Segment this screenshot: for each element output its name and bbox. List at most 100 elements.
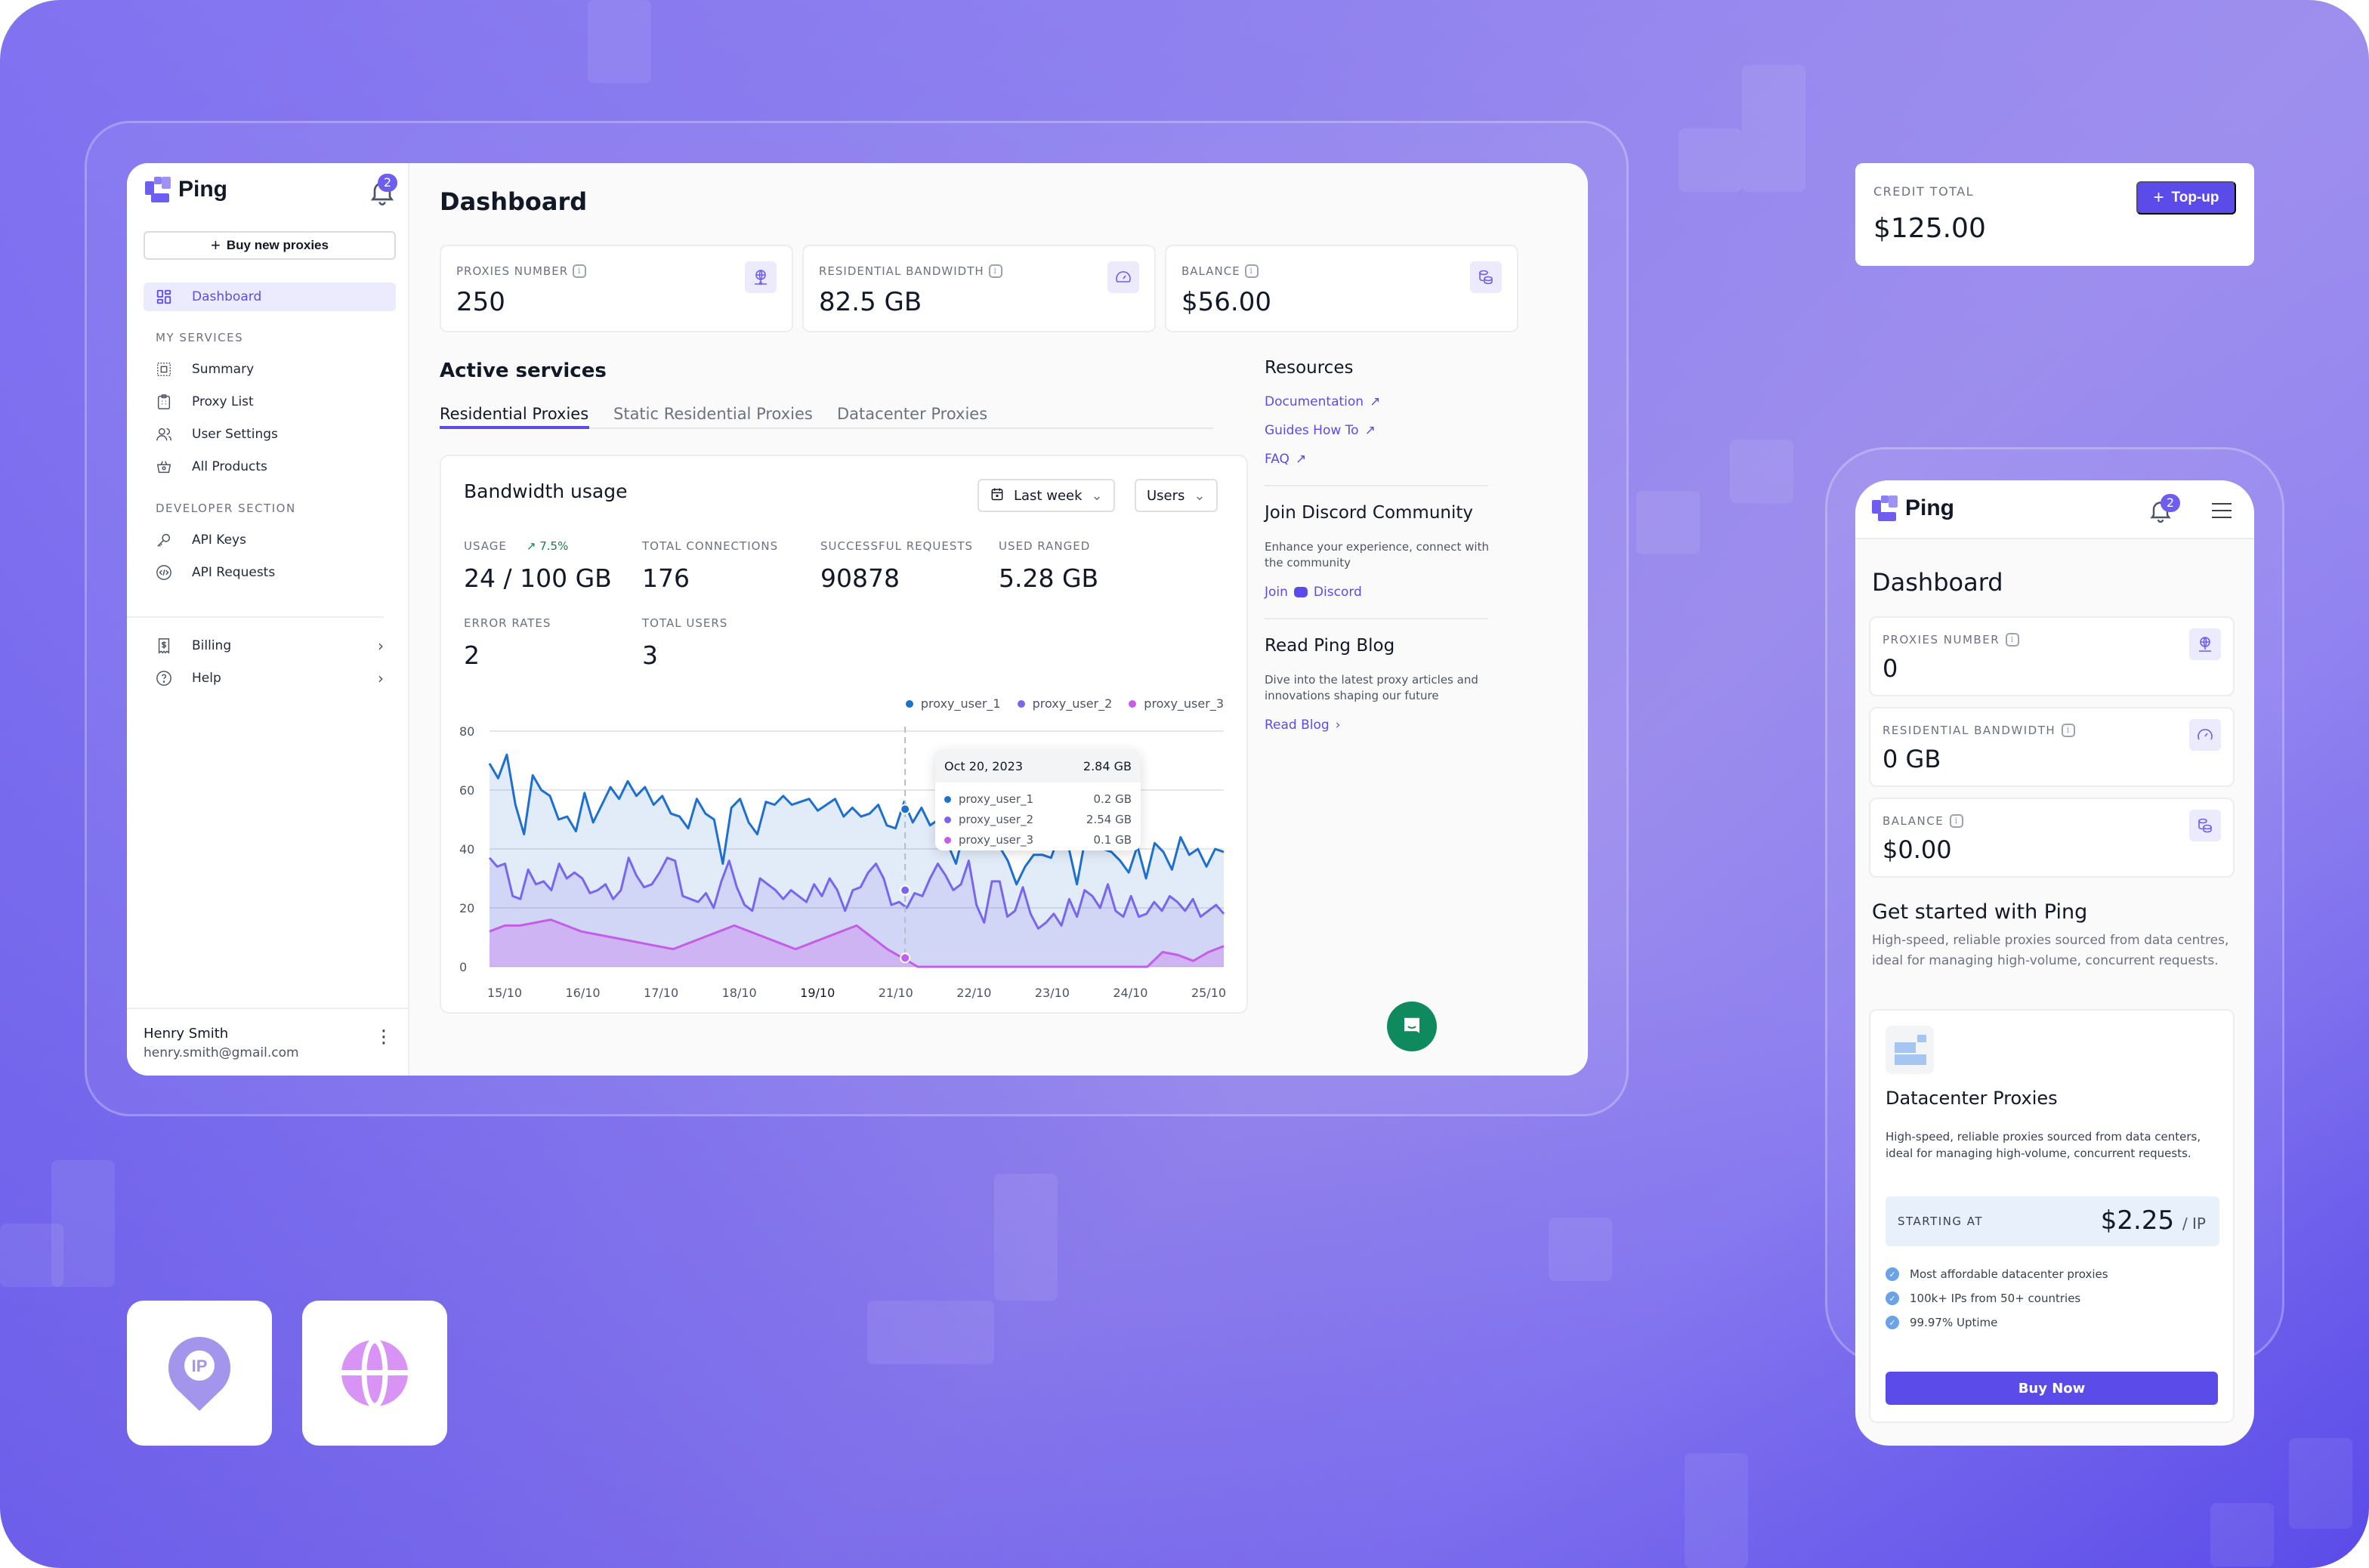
credit-value: $125.00 <box>1873 213 1986 244</box>
sidebar-item-proxy-list[interactable]: Proxy List <box>144 387 396 416</box>
chat-icon <box>1404 1017 1419 1033</box>
chevron-right-icon: › <box>378 669 384 687</box>
tooltip-date: Oct 20, 2023 <box>944 758 1023 773</box>
metric-label: TOTAL CONNECTIONS <box>642 539 779 553</box>
globe-network-icon <box>745 261 777 293</box>
background-block <box>867 1301 994 1364</box>
page-title: Dashboard <box>1872 568 2003 597</box>
x-tick-label: 16/10 <box>566 986 601 1000</box>
faq-link[interactable]: FAQ ↗ <box>1265 452 1306 467</box>
join-discord-link[interactable]: Join Discord <box>1265 585 1362 600</box>
hamburger-menu-icon[interactable] <box>2212 503 2232 518</box>
globe-tile <box>302 1301 447 1446</box>
coins-icon <box>2189 810 2221 841</box>
metric-error-rates-value: 2 <box>464 640 480 670</box>
sidebar-item-all-products[interactable]: All Products <box>144 452 396 481</box>
info-icon[interactable]: i <box>988 264 1002 278</box>
x-tick-label: 19/10 <box>800 986 835 1000</box>
info-icon[interactable]: i <box>1950 814 1964 828</box>
feature-item: ✓ 99.97% Uptime <box>1886 1316 1997 1329</box>
stat-card-proxies: PROXIES NUMBER i 250 <box>440 245 793 332</box>
receipt-icon <box>156 637 172 654</box>
metric-label: USAGE ↗ 7.5% <box>464 539 569 553</box>
x-tick-label: 21/10 <box>879 986 913 1000</box>
y-tick-label: 20 <box>459 901 474 915</box>
tooltip-row: proxy_user_2 2.54 GB <box>935 809 1141 829</box>
more-options-icon[interactable]: · · · <box>381 1022 387 1054</box>
y-tick-label: 80 <box>459 724 474 739</box>
key-icon <box>156 532 172 548</box>
sidebar-item-billing[interactable]: Billing › <box>144 631 396 660</box>
desktop-app-window: Ping 2 + Buy new proxies Dashboard MY SE… <box>127 163 1588 1076</box>
discord-heading: Join Discord Community <box>1265 503 1474 523</box>
guides-link[interactable]: Guides How To ↗ <box>1265 423 1376 438</box>
sidebar-item-api-requests[interactable]: API Requests <box>144 558 396 587</box>
check-circle-icon: ✓ <box>1886 1316 1899 1329</box>
background-block <box>588 0 651 83</box>
background-block <box>1636 491 1700 554</box>
buy-now-button[interactable]: Buy Now <box>1886 1372 2218 1405</box>
check-circle-icon: ✓ <box>1886 1267 1899 1281</box>
sidebar-item-help[interactable]: Help › <box>144 664 396 693</box>
chat-support-button[interactable] <box>1387 1002 1437 1051</box>
info-icon[interactable]: i <box>573 264 587 278</box>
x-tick-label: 23/10 <box>1035 986 1070 1000</box>
period-select[interactable]: Last week ⌄ <box>978 479 1115 512</box>
mobile-stat-balance: BALANCE i $0.00 <box>1869 798 2235 878</box>
get-started-heading: Get started with Ping <box>1872 900 2088 924</box>
ping-logo-icon <box>145 177 171 202</box>
buy-new-proxies-button[interactable]: + Buy new proxies <box>144 231 396 260</box>
trend-up-icon: ↗ 7.5% <box>526 539 569 553</box>
credit-label: CREDIT TOTAL <box>1873 184 1975 199</box>
sidebar-item-dashboard[interactable]: Dashboard <box>144 282 396 311</box>
metric-used-ranged-value: 5.28 GB <box>999 563 1099 593</box>
help-icon <box>156 670 172 687</box>
ip-location-pin-icon: IP <box>168 1337 231 1411</box>
background-block <box>1549 1218 1612 1281</box>
user-email: henry.smith@gmail.com <box>144 1045 299 1060</box>
stat-value: $56.00 <box>1181 287 1271 317</box>
info-icon[interactable]: i <box>2006 633 2020 647</box>
chart-legend: proxy_user_1 proxy_user_2 proxy_user_3 <box>905 696 1224 711</box>
feature-item: ✓ Most affordable datacenter proxies <box>1886 1267 2108 1281</box>
top-up-button[interactable]: + Top-up <box>2136 181 2236 215</box>
product-card-datacenter: Datacenter Proxies High-speed, reliable … <box>1869 1009 2235 1423</box>
background-block <box>2289 1438 2352 1529</box>
info-icon[interactable]: i <box>2062 724 2076 737</box>
sidebar-item-user-settings[interactable]: User Settings <box>144 420 396 449</box>
section-label-developer: DEVELOPER SECTION <box>156 502 296 515</box>
background-block <box>1742 65 1805 192</box>
brand-logo[interactable]: Ping <box>1872 495 1954 521</box>
section-label-my-services: MY SERVICES <box>156 331 244 344</box>
sidebar-item-api-keys[interactable]: API Keys <box>144 526 396 554</box>
hover-point <box>900 952 911 964</box>
resources-heading: Resources <box>1265 358 1354 378</box>
legend-item[interactable]: proxy_user_1 <box>905 696 1001 711</box>
background-block <box>2210 1503 2274 1566</box>
legend-item[interactable]: proxy_user_2 <box>1017 696 1112 711</box>
product-text: High-speed, reliable proxies sourced fro… <box>1886 1130 2201 1160</box>
tab-residential-proxies[interactable]: Residential Proxies <box>440 405 588 423</box>
x-tick-label: 17/10 <box>644 986 678 1000</box>
background-block <box>994 1174 1058 1301</box>
chart-tooltip: Oct 20, 2023 2.84 GB proxy_user_1 0.2 GB p… <box>935 749 1141 850</box>
mobile-app: Ping 2 Dashboard PROXIES NUMBER i 0 RESID… <box>1855 480 2254 1446</box>
tooltip-row: proxy_user_1 0.2 GB <box>935 789 1141 809</box>
page-title: Dashboard <box>440 187 588 216</box>
brand-logo[interactable]: Ping <box>145 177 227 202</box>
group-by-select[interactable]: Users ⌄ <box>1135 479 1218 512</box>
active-tab-indicator <box>440 426 589 429</box>
tab-datacenter-proxies[interactable]: Datacenter Proxies <box>837 405 987 423</box>
tab-static-residential-proxies[interactable]: Static Residential Proxies <box>613 405 813 423</box>
y-tick-label: 0 <box>459 960 467 974</box>
documentation-link[interactable]: Documentation ↗ <box>1265 394 1380 409</box>
discord-icon <box>1293 587 1308 597</box>
sidebar-item-summary[interactable]: Summary <box>144 355 396 384</box>
metric-connections-value: 176 <box>642 563 690 593</box>
mobile-stat-proxies: PROXIES NUMBER i 0 <box>1869 616 2235 696</box>
mobile-header: Ping 2 <box>1855 480 2254 539</box>
read-blog-link[interactable]: Read Blog › <box>1265 718 1341 733</box>
info-icon[interactable]: i <box>1244 264 1259 278</box>
legend-item[interactable]: proxy_user_3 <box>1129 696 1224 711</box>
hover-point <box>900 804 911 815</box>
